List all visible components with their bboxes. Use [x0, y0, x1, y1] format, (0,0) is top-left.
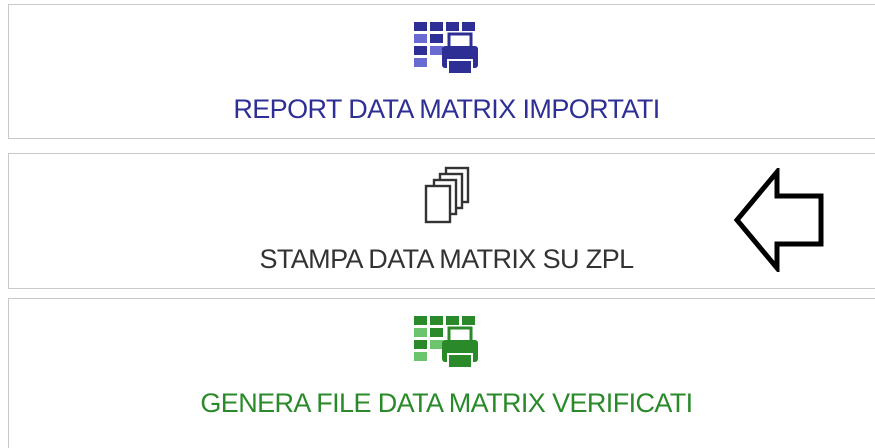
tile-label: REPORT DATA MATRIX IMPORTATI — [233, 94, 660, 124]
genera-file-data-matrix-verificati-button[interactable]: GENERA FILE DATA MATRIX VERIFICATI — [8, 298, 875, 448]
barcode-printer-icon — [409, 314, 484, 374]
left-arrow-icon — [733, 165, 825, 275]
copy-stack-icon — [414, 166, 484, 226]
tile-label: GENERA FILE DATA MATRIX VERIFICATI — [200, 388, 693, 418]
report-data-matrix-importati-button[interactable]: REPORT DATA MATRIX IMPORTATI — [8, 4, 875, 139]
barcode-printer-icon — [409, 20, 484, 80]
